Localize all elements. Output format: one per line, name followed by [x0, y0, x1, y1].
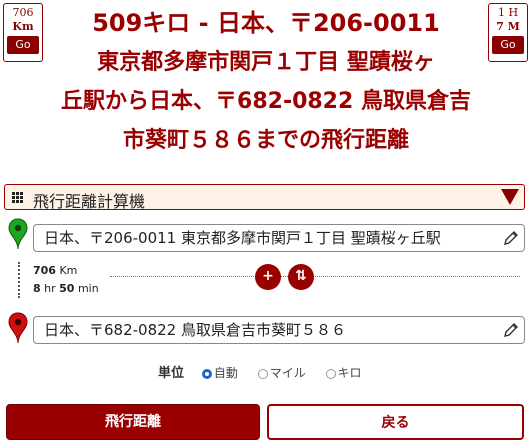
- pencil-icon[interactable]: [503, 230, 519, 246]
- minutes-value: 50: [59, 282, 75, 295]
- minutes-unit: min: [77, 282, 99, 295]
- radio-icon[interactable]: [257, 369, 268, 379]
- route-divider: [110, 276, 520, 277]
- badge-distance-value: 706: [12, 6, 34, 19]
- unit-option-miles-label: マイル: [269, 366, 306, 380]
- distance-value: 706: [33, 264, 56, 277]
- calculator-select-value: 飛行距離計算機: [33, 192, 146, 211]
- back-button[interactable]: 戻る: [267, 404, 524, 440]
- unit-option-miles[interactable]: マイル: [257, 366, 306, 380]
- origin-input[interactable]: 日本、〒206-0011 東京都多摩市関戸１丁目 聖蹟桜ヶ丘駅: [33, 224, 525, 252]
- pencil-icon[interactable]: [503, 322, 519, 338]
- time-badge[interactable]: 1 H 7 M Go: [488, 3, 528, 62]
- title-line-3: 丘駅から日本、〒682-0822 鳥取県倉吉: [61, 89, 471, 114]
- badge-hours: 1 H: [497, 6, 519, 19]
- unit-option-km[interactable]: キロ: [325, 366, 362, 380]
- origin-input-value: 日本、〒206-0011 東京都多摩市関戸１丁目 聖蹟桜ヶ丘駅: [44, 229, 441, 247]
- destination-pin-icon: [8, 312, 28, 344]
- title-line-1: 509キロ - 日本、〒206-0011: [92, 9, 440, 37]
- unit-selector: 単位 自動 マイル キロ: [158, 362, 378, 381]
- route-stats: 706 Km 8 hr 50 min: [33, 262, 99, 298]
- unit-option-auto[interactable]: 自動: [201, 366, 238, 380]
- add-stop-button[interactable]: +: [255, 264, 281, 290]
- page-title: 509キロ - 日本、〒206-0011 東京都多摩市関戸１丁目 聖蹟桜ヶ 丘駅…: [46, 4, 486, 160]
- destination-input-value: 日本、〒682-0822 鳥取県倉吉市葵町５８６: [44, 321, 346, 339]
- origin-pin-icon: [8, 218, 28, 250]
- swap-locations-button[interactable]: ⇅: [288, 264, 314, 290]
- radio-selected-icon[interactable]: [201, 369, 212, 379]
- calculate-button[interactable]: 飛行距離: [6, 404, 260, 440]
- unit-label: 単位: [158, 366, 185, 381]
- hours-value: 8: [33, 282, 41, 295]
- unit-option-auto-label: 自動: [213, 366, 238, 380]
- route-connector: [18, 262, 20, 298]
- title-line-2: 東京都多摩市関戸１丁目 聖蹟桜ヶ: [97, 50, 435, 75]
- distance-badge[interactable]: 706 Km Go: [3, 3, 43, 62]
- badge-distance-unit: Km: [12, 20, 34, 33]
- hours-unit: hr: [44, 282, 56, 295]
- title-line-4: 市葵町５８６までの飛行距離: [122, 128, 409, 153]
- badge-go-button-left[interactable]: Go: [7, 36, 39, 54]
- badge-go-button-right[interactable]: Go: [492, 36, 524, 54]
- distance-unit: Km: [59, 264, 78, 277]
- radio-icon[interactable]: [325, 369, 336, 379]
- calculator-select[interactable]: 飛行距離計算機: [4, 184, 525, 211]
- destination-input[interactable]: 日本、〒682-0822 鳥取県倉吉市葵町５８６: [33, 316, 525, 344]
- grid-icon: [12, 192, 24, 204]
- badge-minutes: 7 M: [496, 20, 520, 33]
- dropdown-arrow-icon[interactable]: [501, 189, 519, 205]
- unit-option-km-label: キロ: [337, 366, 362, 380]
